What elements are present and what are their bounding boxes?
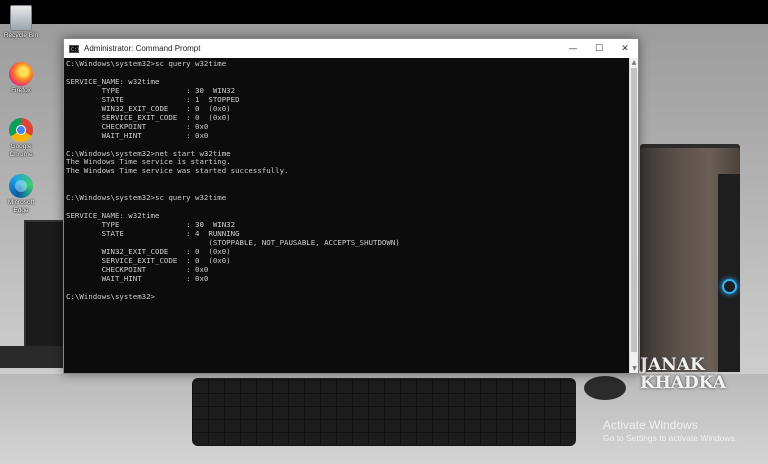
scroll-up-icon[interactable]: ▲	[630, 58, 638, 67]
desktop-icon-chrome[interactable]: Google Chrome	[0, 118, 44, 159]
activate-title: Activate Windows	[603, 418, 698, 432]
scroll-down-icon[interactable]: ▼	[630, 364, 639, 373]
desktop-icon-label: Recycle Bin	[3, 32, 39, 39]
scrollbar-thumb[interactable]	[631, 68, 637, 352]
maximize-button[interactable]: ☐	[586, 39, 612, 58]
laptop-base-decor	[0, 346, 70, 368]
window-titlebar[interactable]: C:\ Administrator: Command Prompt — ☐ ✕	[64, 39, 638, 58]
pc-tower-front	[718, 174, 740, 372]
vertical-scrollbar[interactable]: ▲ ▼	[629, 58, 638, 373]
watermark-janak-khadka: JANAK KHADKA	[640, 355, 727, 393]
top-black-bar	[0, 0, 768, 24]
activate-windows-notice: Activate Windows Go to Settings to activ…	[603, 418, 737, 443]
cmd-app-icon: C:\	[69, 44, 81, 53]
console-output[interactable]: C:\Windows\system32>sc query w32time SER…	[64, 58, 630, 374]
minimize-button[interactable]: —	[560, 39, 586, 58]
desktop-icon-label: Google Chrome	[9, 143, 33, 158]
firefox-icon	[9, 62, 33, 86]
edge-icon	[9, 174, 33, 198]
keyboard-decor	[192, 378, 576, 446]
desktop-icon-recycle-bin[interactable]: Recycle Bin	[0, 5, 44, 40]
desktop-icon-label: Firefox	[11, 87, 31, 94]
console-text: C:\Windows\system32>sc query w32time SER…	[66, 59, 400, 301]
recycle-bin-icon	[10, 5, 32, 31]
chrome-icon	[9, 118, 33, 142]
mouse-decor	[584, 376, 626, 400]
close-button[interactable]: ✕	[612, 39, 638, 58]
power-button-icon	[722, 279, 737, 294]
desktop-icon-firefox[interactable]: Firefox	[0, 62, 44, 95]
window-title: Administrator: Command Prompt	[84, 44, 201, 53]
desktop-icon-label: Microsoft Edge	[7, 199, 35, 214]
activate-subtitle: Go to Settings to activate Windows.	[603, 433, 738, 443]
command-prompt-window[interactable]: C:\ Administrator: Command Prompt — ☐ ✕ …	[63, 38, 639, 374]
desktop-icon-edge[interactable]: Microsoft Edge	[0, 174, 44, 215]
